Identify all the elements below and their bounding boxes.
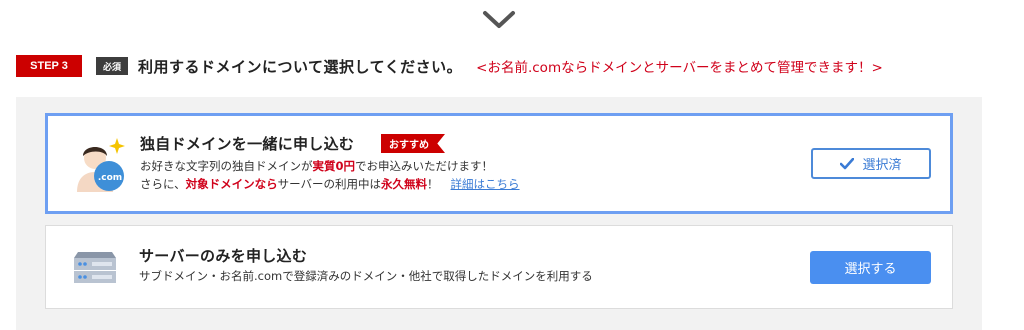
desc-text: お好きな文字列の独自ドメインが [140, 159, 313, 173]
recommend-badge: おすすめ [381, 134, 445, 153]
server-icon [74, 252, 116, 283]
desc-highlight: 対象ドメインなら [185, 177, 278, 191]
details-link[interactable]: 詳細はこちら [451, 177, 520, 191]
chevron-down-icon [483, 11, 515, 28]
person-dotcom-icon [77, 138, 125, 192]
step-badge: STEP 3 [16, 55, 82, 77]
option-title: サーバーのみを申し込む [139, 247, 308, 265]
selected-button-label: 選択済 [862, 158, 902, 173]
step-title: 利用するドメインについて選択してください。 [138, 57, 463, 76]
desc-text: サーバーの利用中は [277, 177, 382, 191]
required-badge: 必須 [96, 57, 128, 75]
option-description-line1: お好きな文字列の独自ドメインが実質0円でお申込みいただけます！ [140, 158, 493, 175]
step-header: STEP 3 必須 利用するドメインについて選択してください。 <お名前.com… [16, 53, 883, 79]
option-description: サブドメイン・お名前.comで登録済みのドメイン・他社で取得したドメインを利用す… [139, 269, 593, 283]
option-title: 独自ドメインを一緒に申し込む [140, 135, 355, 153]
option-description-line2: さらに、対象ドメインならサーバーの利用中は永久無料！ 詳細はこちら [140, 176, 520, 193]
step-note: <お名前.comならドメインとサーバーをまとめて管理できます！> [476, 60, 883, 76]
avatar-dotcom-label: .com [97, 173, 123, 183]
select-button[interactable]: 選択する [810, 251, 931, 284]
desc-text: ！ [427, 177, 439, 191]
check-icon [840, 157, 855, 169]
selected-button[interactable]: 選択済 [811, 148, 931, 179]
option-card-server[interactable]: サーバーのみを申し込む サブドメイン・お名前.comで登録済みのドメイン・他社で… [45, 225, 953, 309]
desc-text: でお申込みいただけます！ [355, 159, 494, 173]
option-card-domain[interactable]: .com 独自ドメインを一緒に申し込む おすすめ お好きな文字列の独自ドメインが… [45, 113, 953, 214]
desc-highlight: 永久無料 [381, 177, 428, 191]
desc-highlight: 実質0円 [312, 159, 356, 173]
desc-text: さらに、 [140, 177, 186, 191]
